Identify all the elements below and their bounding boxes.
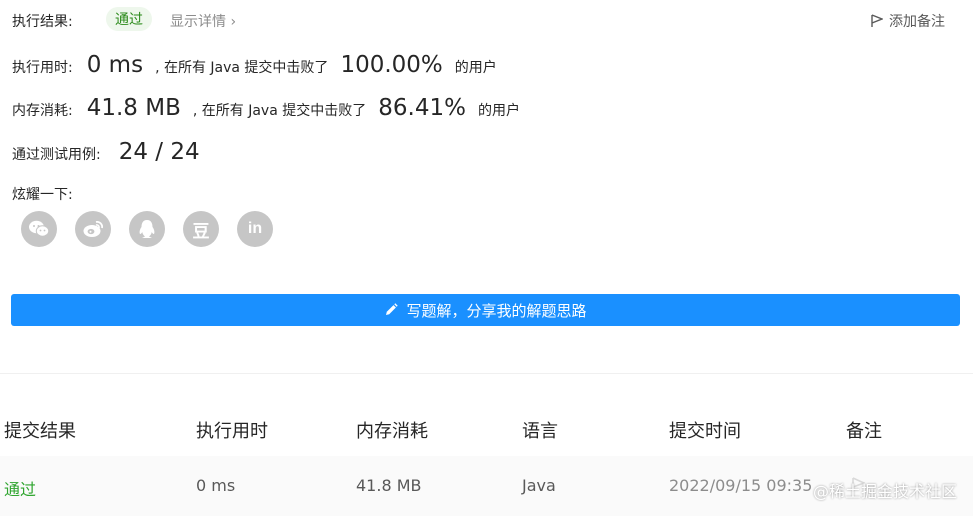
header-runtime: 执行用时 [196, 421, 268, 442]
linkedin-icon[interactable]: in [237, 211, 273, 247]
result-label: 执行结果: [12, 14, 73, 30]
table-header: 提交结果 执行用时 内存消耗 语言 提交时间 备注 [0, 403, 973, 453]
header-submit-time: 提交时间 [669, 421, 741, 442]
add-note-label: 添加备注 [889, 14, 945, 30]
tests-value: 24 / 24 [118, 139, 200, 165]
douban-icon[interactable]: 豆 [183, 211, 219, 247]
tests-row: 通过测试用例: 24 / 24 [12, 139, 200, 165]
write-solution-button[interactable]: 写题解，分享我的解题思路 [11, 294, 960, 326]
write-solution-label: 写题解，分享我的解题思路 [406, 301, 587, 320]
runtime-mid-text: , 在所有 Java 提交中击败了 [155, 60, 329, 76]
wechat-icon[interactable] [21, 211, 57, 247]
row-runtime: 0 ms [196, 476, 236, 495]
tests-label: 通过测试用例: [12, 147, 101, 163]
watermark: @稀土掘金技术社区 [812, 482, 957, 501]
section-divider [0, 373, 973, 374]
show-details-link[interactable]: 显示详情 › [170, 11, 236, 31]
share-label: 炫耀一下: [12, 187, 73, 203]
runtime-value: 0 ms [86, 52, 144, 78]
header-memory: 内存消耗 [356, 421, 428, 442]
pencil-icon [386, 303, 399, 315]
share-icons: 豆 in [21, 211, 273, 247]
linkedin-glyph: in [247, 220, 263, 237]
memory-mid-text: , 在所有 Java 提交中击败了 [192, 103, 367, 119]
memory-value: 41.8 MB [86, 95, 181, 121]
qq-icon[interactable] [129, 211, 165, 247]
runtime-row: 执行用时: 0 ms , 在所有 Java 提交中击败了 100.00% 的用户 [12, 52, 497, 78]
row-submit-time: 2022/09/15 09:35 [669, 476, 813, 495]
runtime-tail-text: 的用户 [454, 60, 497, 76]
memory-row: 内存消耗: 41.8 MB , 在所有 Java 提交中击败了 86.41% 的… [12, 95, 520, 121]
row-language: Java [522, 476, 556, 495]
status-badge: 通过 [106, 7, 152, 31]
runtime-percent: 100.00% [340, 52, 443, 78]
row-memory: 41.8 MB [356, 476, 422, 495]
row-result[interactable]: 通过 [4, 476, 36, 500]
douban-glyph: 豆 [192, 221, 210, 242]
add-note-button[interactable]: 添加备注 [871, 11, 945, 31]
memory-percent: 86.41% [378, 95, 466, 121]
header-language: 语言 [522, 421, 558, 442]
memory-tail-text: 的用户 [477, 103, 520, 119]
weibo-icon[interactable] [75, 211, 111, 247]
header-result: 提交结果 [4, 421, 76, 442]
memory-label: 内存消耗: [12, 103, 73, 119]
flag-icon [871, 14, 883, 27]
header-note: 备注 [846, 421, 882, 442]
runtime-label: 执行用时: [12, 60, 73, 76]
